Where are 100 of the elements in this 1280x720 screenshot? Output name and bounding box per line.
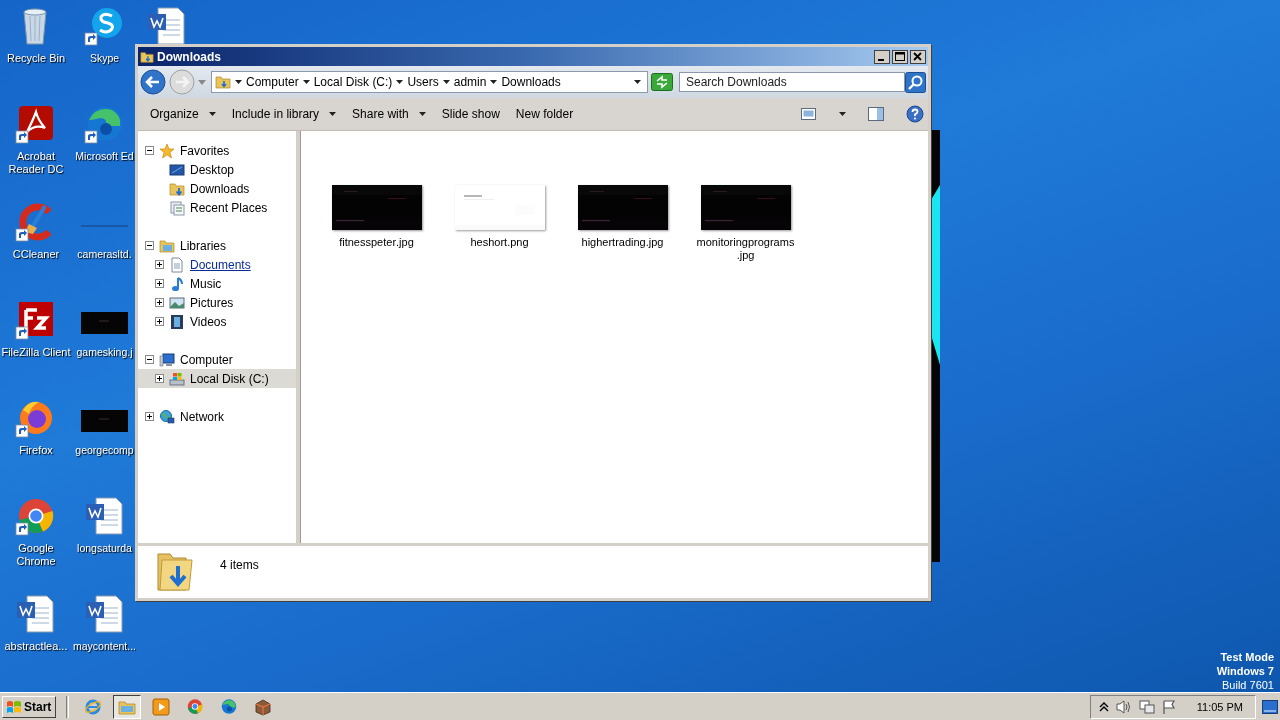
computer-icon [159, 351, 175, 368]
browser-icon [84, 697, 103, 716]
clock[interactable]: 11:05 PM [1196, 700, 1243, 713]
file-name[interactable]: monitoringprograms.jpg [693, 236, 798, 262]
view-dropdown-icon [839, 112, 846, 116]
collapse-toggle-icon[interactable] [145, 355, 154, 364]
breadcrumb[interactable]: admin [453, 75, 487, 89]
expand-toggle-icon[interactable] [155, 298, 164, 307]
expand-toggle-icon[interactable] [155, 260, 164, 269]
desktop-icon-label[interactable]: camerasltd. [77, 248, 132, 261]
search-field[interactable]: Search Downloads [679, 72, 905, 92]
desktop-icon-label[interactable]: georgecomp [75, 444, 134, 457]
history-dropdown-icon[interactable] [198, 79, 206, 85]
file-name[interactable]: heshort.png [470, 236, 529, 249]
minimize-button[interactable] [874, 49, 890, 64]
nav-item[interactable]: Videos [138, 312, 296, 331]
search-button[interactable] [905, 71, 926, 93]
nav-item[interactable]: Recent Places [138, 198, 296, 217]
desktop-icon-label[interactable]: longsaturda [77, 542, 132, 555]
breadcrumb-separator-icon [302, 80, 310, 84]
breadcrumb[interactable]: Computer [246, 75, 299, 89]
pictures-icon [169, 294, 185, 311]
music-note-icon [169, 275, 185, 292]
expand-toggle-icon[interactable] [155, 317, 164, 326]
nav-item[interactable]: Documents [138, 255, 296, 274]
help-button[interactable] [906, 105, 924, 123]
download-folder-icon [169, 180, 185, 197]
desktop-icon-label[interactable]: Skype [89, 52, 120, 65]
browser-icon [186, 697, 205, 716]
folder-icon [140, 49, 154, 64]
desktop-icon-label[interactable]: gamesking.j [76, 346, 133, 359]
desktop-icon-label[interactable]: Recycle Bin [6, 52, 66, 65]
desktop-icon-label[interactable]: FileZilla Client [1, 346, 71, 359]
desktop-icon-label[interactable]: Microsoft Ed [75, 150, 134, 163]
system-notice-text: Test Mode [1220, 650, 1274, 664]
nav-item[interactable]: Desktop [138, 160, 296, 179]
desktop-icon-label[interactable]: CCleaner [12, 248, 60, 261]
desktop-icon-label[interactable]: Google Chrome [0, 542, 72, 568]
toolbar-button[interactable]: New folder [509, 103, 580, 125]
document-icon [169, 256, 185, 273]
recent-places-icon [169, 199, 185, 216]
expand-toggle-icon[interactable] [145, 412, 154, 421]
windows-logo-icon [6, 699, 22, 714]
start-button[interactable]: Start [2, 695, 57, 718]
collapse-toggle-icon[interactable] [145, 241, 154, 250]
breadcrumb-separator-icon [235, 80, 242, 84]
refresh-button[interactable] [651, 73, 673, 91]
close-button[interactable] [910, 49, 926, 64]
toolbar-button[interactable]: Organize [144, 103, 222, 125]
window-title: Downloads [157, 49, 222, 64]
collapse-toggle-icon[interactable] [145, 146, 154, 155]
back-button[interactable] [140, 69, 166, 95]
document-icon[interactable] [83, 594, 126, 636]
media-player-icon [152, 697, 171, 716]
folder-icon [215, 74, 231, 90]
speaker-icon[interactable] [1114, 698, 1133, 715]
view-options-button[interactable] [801, 107, 817, 121]
nav-item[interactable]: Pictures [138, 293, 296, 312]
file-name[interactable]: highertrading.jpg [581, 236, 664, 249]
desktop-icon-label[interactable]: Acrobat Reader DC [0, 150, 72, 176]
preview-pane-button[interactable] [868, 106, 884, 122]
network-icon[interactable] [1138, 698, 1155, 715]
expand-toggle-icon[interactable] [155, 279, 164, 288]
expand-toggle-icon[interactable] [155, 374, 164, 383]
document-icon[interactable] [15, 594, 57, 636]
film-icon [169, 313, 185, 330]
breadcrumb-separator-icon [396, 80, 404, 84]
desktop-icon [169, 161, 185, 178]
desktop-icon-label[interactable]: Firefox [19, 444, 53, 457]
library-icon [159, 237, 175, 254]
nav-item[interactable]: Favorites [138, 141, 296, 160]
drive-icon [169, 370, 185, 387]
show-desktop-button[interactable] [1262, 699, 1278, 714]
breadcrumb[interactable]: Downloads [501, 75, 561, 89]
network-icon [159, 408, 175, 425]
address-bar[interactable]: Computer Local Disk (C:) Users admin Downloads [211, 71, 648, 93]
desktop-icon-label[interactable]: maycontent... [73, 640, 136, 653]
taskbar-button[interactable] [113, 694, 142, 719]
toolbar-button[interactable]: Slide show [435, 103, 506, 125]
flag-icon[interactable] [1160, 698, 1177, 715]
nav-item[interactable]: Music [138, 274, 296, 293]
item-count: 4 items [220, 558, 259, 572]
nav-item[interactable]: Libraries [138, 236, 296, 255]
toolbar-button[interactable]: Include in library [225, 103, 343, 125]
nav-item[interactable]: Downloads [138, 179, 296, 198]
toolbar-button[interactable]: Share with [346, 103, 432, 125]
nav-item[interactable]: Network [138, 407, 296, 426]
browser-icon [220, 697, 239, 716]
nav-item[interactable]: Local Disk (C:) [138, 369, 296, 388]
document-icon[interactable] [83, 496, 126, 538]
breadcrumb[interactable]: Users [407, 75, 439, 89]
breadcrumb[interactable]: Local Disk (C:) [313, 75, 393, 89]
file-name[interactable]: fitnesspeter.jpg [339, 236, 414, 249]
address-dropdown-icon [634, 80, 641, 84]
show-hidden-icons-button[interactable] [1098, 700, 1109, 713]
maximize-button[interactable] [892, 49, 908, 64]
package-icon [254, 697, 273, 716]
system-notice-text: Build 7601 [1222, 678, 1274, 692]
nav-item[interactable]: Computer [138, 350, 296, 369]
desktop-icon-label[interactable]: abstractlea... [4, 640, 68, 653]
